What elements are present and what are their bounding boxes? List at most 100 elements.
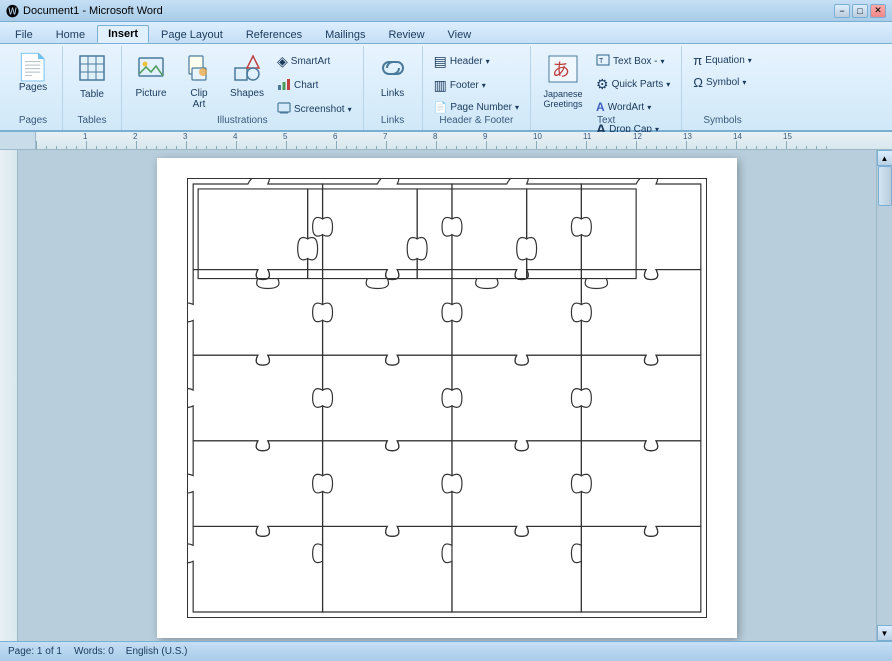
wordart-icon: A bbox=[596, 100, 605, 114]
footer-icon: ▥ bbox=[434, 77, 447, 94]
status-bar: Page: 1 of 1 Words: 0 English (U.S.) bbox=[0, 641, 892, 661]
text-box-button[interactable]: T Text Box - bbox=[591, 50, 675, 72]
page-number-icon: 📄 bbox=[434, 101, 448, 114]
document-area: .p { fill: none; stroke: #333; stroke-wi… bbox=[18, 150, 876, 641]
quick-parts-icon: ⚙ bbox=[596, 76, 609, 93]
scrollbar-vertical[interactable]: ▲ ▼ bbox=[876, 150, 892, 641]
tables-group-content: Table bbox=[69, 48, 115, 115]
tab-home[interactable]: Home bbox=[45, 26, 96, 43]
equation-icon: π bbox=[693, 53, 702, 68]
text-group-label: Text bbox=[597, 115, 615, 128]
ribbon-group-text: あ JapaneseGreetings T Text Box - ⚙ Quick… bbox=[531, 46, 682, 130]
chart-label: Chart bbox=[294, 80, 318, 91]
clip-art-icon bbox=[185, 54, 213, 86]
status-words: Words: 0 bbox=[74, 646, 114, 657]
word-logo-icon: 🅦 bbox=[6, 1, 19, 20]
clip-art-button[interactable]: ClipArt bbox=[176, 50, 222, 112]
chart-icon bbox=[277, 77, 291, 94]
illustrations-group-label: Illustrations bbox=[217, 115, 268, 128]
pages-group-label: Pages bbox=[19, 115, 47, 128]
screenshot-icon bbox=[277, 101, 291, 118]
ruler-corner bbox=[0, 132, 36, 150]
tab-view[interactable]: View bbox=[437, 26, 483, 43]
ribbon-group-pages: 📄 Pages Pages bbox=[4, 46, 63, 130]
pages-icon: 📄 bbox=[17, 54, 49, 80]
smartart-label: SmartArt bbox=[291, 56, 330, 67]
footer-button[interactable]: ▥ Footer bbox=[429, 74, 524, 97]
japanese-greetings-label: JapaneseGreetings bbox=[544, 90, 583, 110]
header-button[interactable]: ▤ Header bbox=[429, 50, 524, 73]
pages-button[interactable]: 📄 Pages bbox=[10, 50, 56, 112]
symbol-icon: Ω bbox=[693, 75, 703, 90]
symbol-label: Symbol bbox=[706, 77, 739, 88]
ribbon-group-illustrations: Picture ClipArt bbox=[122, 46, 364, 130]
ribbon-group-tables: Table Tables bbox=[63, 46, 122, 130]
text-box-label: Text Box - bbox=[613, 56, 657, 67]
header-footer-group-label: Header & Footer bbox=[439, 115, 513, 128]
shapes-button[interactable]: Shapes bbox=[224, 50, 270, 112]
tab-insert[interactable]: Insert bbox=[97, 25, 149, 43]
clip-art-label: ClipArt bbox=[190, 88, 207, 110]
wordart-button[interactable]: A WordArt bbox=[591, 97, 675, 117]
maximize-button[interactable]: □ bbox=[852, 4, 868, 18]
status-page: Page: 1 of 1 bbox=[8, 646, 62, 657]
ribbon: 📄 Pages Pages Table Tabl bbox=[0, 44, 892, 132]
smartart-icon: ◈ bbox=[277, 53, 288, 70]
text-box-icon: T bbox=[596, 53, 610, 69]
footer-label: Footer bbox=[450, 80, 479, 91]
ribbon-group-links: Links Links bbox=[364, 46, 423, 130]
tables-group-label: Tables bbox=[78, 115, 107, 128]
puzzle-container: .p { fill: none; stroke: #333; stroke-wi… bbox=[177, 178, 717, 618]
title-bar-left: 🅦 Document1 - Microsoft Word bbox=[6, 1, 163, 20]
chart-button[interactable]: Chart bbox=[272, 74, 357, 97]
scroll-down-button[interactable]: ▼ bbox=[877, 625, 892, 641]
picture-icon bbox=[137, 54, 165, 86]
links-group-label: Links bbox=[381, 115, 404, 128]
ribbon-group-symbols: π Equation Ω Symbol Symbols bbox=[682, 46, 762, 130]
ruler-vertical bbox=[0, 150, 18, 641]
tab-references[interactable]: References bbox=[235, 26, 313, 43]
puzzle-image: .p { fill: none; stroke: #333; stroke-wi… bbox=[187, 178, 707, 618]
table-button[interactable]: Table bbox=[69, 50, 115, 112]
tab-pagelayout[interactable]: Page Layout bbox=[150, 26, 234, 43]
table-icon bbox=[78, 54, 106, 87]
title-bar-title: Document1 - Microsoft Word bbox=[23, 5, 163, 17]
ruler-horizontal: 123456789101112131415 bbox=[36, 132, 892, 150]
main-area: .p { fill: none; stroke: #333; stroke-wi… bbox=[0, 150, 892, 641]
shapes-label: Shapes bbox=[230, 88, 264, 99]
title-bar: 🅦 Document1 - Microsoft Word − □ ✕ bbox=[0, 0, 892, 22]
tab-mailings[interactable]: Mailings bbox=[314, 26, 376, 43]
japanese-greetings-button[interactable]: あ JapaneseGreetings bbox=[537, 50, 589, 112]
svg-text:あ: あ bbox=[552, 60, 570, 80]
scroll-up-button[interactable]: ▲ bbox=[877, 150, 892, 166]
document-page: .p { fill: none; stroke: #333; stroke-wi… bbox=[157, 158, 737, 638]
symbol-button[interactable]: Ω Symbol bbox=[688, 72, 756, 93]
header-label: Header bbox=[450, 56, 483, 67]
svg-text:T: T bbox=[599, 58, 604, 65]
minimize-button[interactable]: − bbox=[834, 4, 850, 18]
illustrations-small-group: ◈ SmartArt Chart Screenshot bbox=[272, 50, 357, 112]
illustrations-group-content: Picture ClipArt bbox=[128, 48, 357, 115]
pages-group-content: 📄 Pages bbox=[10, 48, 56, 115]
wordart-label: WordArt bbox=[608, 102, 645, 113]
tab-file[interactable]: File bbox=[4, 26, 44, 43]
page-number-label: Page Number bbox=[450, 102, 512, 113]
scroll-thumb[interactable] bbox=[878, 166, 892, 206]
ribbon-group-header-footer: ▤ Header ▥ Footer 📄 Page Number Header &… bbox=[423, 46, 531, 130]
links-button[interactable]: Links bbox=[370, 50, 416, 112]
smartart-button[interactable]: ◈ SmartArt bbox=[272, 50, 357, 73]
screenshot-button[interactable]: Screenshot bbox=[272, 98, 357, 121]
shapes-icon bbox=[233, 54, 261, 86]
picture-button[interactable]: Picture bbox=[128, 50, 174, 112]
screenshot-label: Screenshot bbox=[294, 104, 345, 115]
links-label: Links bbox=[381, 88, 404, 99]
header-footer-group-content: ▤ Header ▥ Footer 📄 Page Number bbox=[429, 48, 524, 115]
ruler-area: 123456789101112131415 bbox=[0, 132, 892, 150]
close-button[interactable]: ✕ bbox=[870, 4, 886, 18]
tab-review[interactable]: Review bbox=[377, 26, 435, 43]
symbols-small-group: π Equation Ω Symbol bbox=[688, 50, 756, 112]
quick-parts-button[interactable]: ⚙ Quick Parts bbox=[591, 73, 675, 96]
text-group-content: あ JapaneseGreetings T Text Box - ⚙ Quick… bbox=[537, 48, 675, 115]
links-icon bbox=[379, 54, 407, 86]
equation-button[interactable]: π Equation bbox=[688, 50, 756, 71]
